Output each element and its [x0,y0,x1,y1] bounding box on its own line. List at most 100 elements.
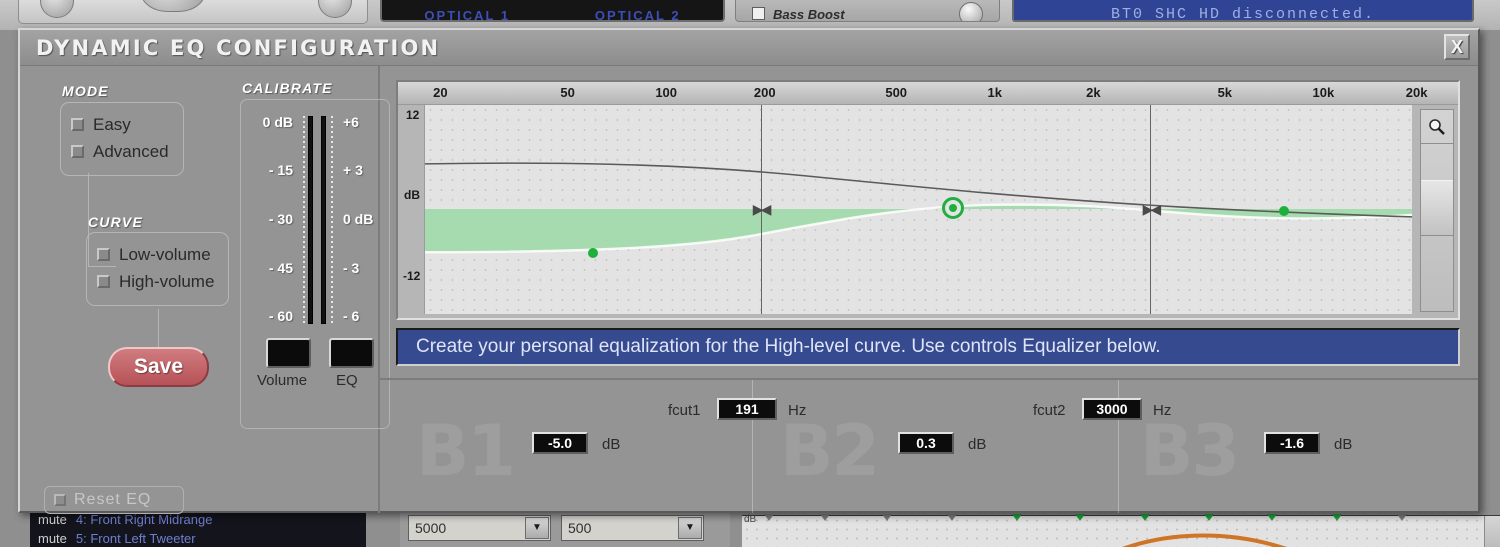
bass-boost-checkbox[interactable] [752,7,765,20]
freq-tick: 10k [1312,85,1335,100]
volume-meter[interactable]: 0 dB - 15 - 30 - 45 - 60 [251,114,317,324]
curve-option-label: Low-volume [119,244,211,264]
band1-gain-input[interactable]: -5.0 [532,432,588,454]
reset-eq-button[interactable]: Reset EQ [44,486,184,514]
eq-scale: +6 + 3 0 dB - 3 - 6 [339,114,385,324]
eq-meter-bar[interactable] [321,116,326,324]
graph-zoom-thumb[interactable] [1421,180,1453,236]
freq-tick: 50 [560,85,575,100]
fcut1-input[interactable]: 191 [717,398,777,420]
dialog-body: MODE Easy Advanced CURVE Low-volume High… [20,66,1478,514]
freq-tick: 5k [1217,85,1233,100]
status-message-bar: Create your personal equalization for th… [396,328,1460,366]
crossover-handle-fcut1[interactable]: ▶◀ [748,201,774,217]
dialog-titlebar: DYNAMIC EQ CONFIGURATION X [20,30,1478,66]
mode-option-label: Advanced [93,141,169,161]
mode-group-label: MODE [62,83,109,99]
eq-tick: - 3 [343,260,360,276]
volume-tick: - 45 [268,260,293,276]
dynamic-eq-configuration-dialog: DYNAMIC EQ CONFIGURATION X MODE Easy Adv… [18,28,1480,514]
background-chart-scrollbar[interactable] [1484,516,1500,547]
background-optical-display: OPTICAL 1 OPTICAL 2 [380,0,725,22]
fcut1-label: fcut1 [668,402,701,419]
channel-label: 5: Front Left Tweeter [75,531,196,546]
reset-eq-label: Reset EQ [74,491,152,508]
bass-boost-knob[interactable] [959,2,983,21]
magnifier-icon[interactable] [1421,110,1453,144]
band3-gain-input[interactable]: -1.6 [1264,432,1320,454]
radio-icon[interactable] [71,145,84,158]
mute-label[interactable]: mute [38,531,67,546]
chevron-down-icon[interactable]: ▼ [525,516,549,539]
right-panel: 20 50 100 200 500 1k 2k 5k 10k 20k Hz 12… [380,66,1478,513]
freq-tick: 20 [433,85,448,100]
curve-option-low-volume[interactable]: Low-volume [97,241,214,268]
eq-graph[interactable]: 20 50 100 200 500 1k 2k 5k 10k 20k Hz 12… [396,80,1460,320]
eq-caption: EQ [336,372,358,389]
background-bass-boost-panel: Bass Boost [735,0,1000,22]
eq-tick: +6 [343,114,359,130]
background-chart-curve [1122,533,1287,547]
eq-readout [329,338,374,368]
band2-gain-unit: dB [968,436,987,453]
save-button[interactable]: Save [108,347,209,387]
mode-option-advanced[interactable]: Advanced [71,138,169,165]
eq-meter[interactable]: +6 + 3 0 dB - 3 - 6 [319,114,385,324]
graph-zoom-control[interactable] [1420,109,1454,312]
mode-group: Easy Advanced [60,102,184,176]
mute-label[interactable]: mute [38,512,67,527]
band-controls-area: B1 B2 B3 fcut1 191 Hz fcut2 3000 Hz -5.0… [380,378,1478,513]
background-equalizer-chart[interactable]: dB [742,508,1500,547]
volume-meter-bar[interactable] [308,116,313,324]
calibrate-group-label: CALIBRATE [242,80,333,96]
background-select-500[interactable]: 500 ▼ [561,514,704,541]
volume-tick: 0 dB [262,114,293,130]
curve-group-label: CURVE [88,214,144,230]
fcut1-unit: Hz [788,402,807,419]
freq-tick: 2k [1086,85,1101,100]
radio-icon[interactable] [97,275,110,288]
calibrate-group: 0 dB - 15 - 30 - 45 - 60 +6 + 3 0 dB - 3… [240,99,390,429]
freq-tick: 1k [987,85,1002,100]
frequency-axis: 20 50 100 200 500 1k 2k 5k 10k 20k [398,82,1458,105]
radio-icon[interactable] [97,248,110,261]
volume-tick: - 30 [268,211,293,227]
eq-plot-area[interactable]: ▶◀ ▶◀ [424,105,1413,314]
band1-gain-unit: dB [602,436,621,453]
eq-meter-column[interactable] [319,116,339,324]
band2-gain-input[interactable]: 0.3 [898,432,954,454]
control-point-b2-selected[interactable] [942,197,965,220]
select-value: 5000 [415,519,447,536]
fcut2-input[interactable]: 3000 [1082,398,1142,420]
band-watermark-b1: B1 [416,410,516,492]
freq-tick: 20k [1405,85,1428,100]
mode-option-label: Easy [93,114,131,134]
control-point-b3[interactable] [1278,205,1289,216]
background-select-row: 5000 ▼ 500 ▼ [400,508,730,547]
close-icon[interactable]: X [1444,34,1470,60]
crossover-handle-fcut2[interactable]: ▶◀ [1137,201,1163,217]
db-axis-top: 12 [406,108,420,122]
band-watermark-b3: B3 [1140,410,1240,492]
band3-gain-unit: dB [1334,436,1353,453]
mode-option-easy[interactable]: Easy [71,111,169,138]
bass-boost-label: Bass Boost [773,7,845,22]
eq-meter-ticks [331,116,333,324]
radio-icon[interactable] [71,118,84,131]
eq-tick: + 3 [343,162,363,178]
volume-readout [266,338,311,368]
page-title: DYNAMIC EQ CONFIGURATION [36,35,441,60]
left-control-column: MODE Easy Advanced CURVE Low-volume High… [20,66,390,514]
eq-tick: 0 dB [343,211,374,227]
eq-curves [424,162,1413,254]
volume-meter-column[interactable] [297,116,317,324]
curve-option-high-volume[interactable]: High-volume [97,268,214,295]
fcut2-unit: Hz [1153,402,1172,419]
list-item[interactable]: mute 5: Front Left Tweeter [38,529,366,547]
db-axis-bottom: -12 [403,269,421,283]
chevron-down-icon[interactable]: ▼ [678,516,702,539]
background-status-banner: BT0 SHC HD disconnected. [1012,0,1474,22]
control-point-b1[interactable] [587,248,598,259]
background-select-5000[interactable]: 5000 ▼ [408,514,551,541]
curve-group: Low-volume High-volume [86,232,230,306]
